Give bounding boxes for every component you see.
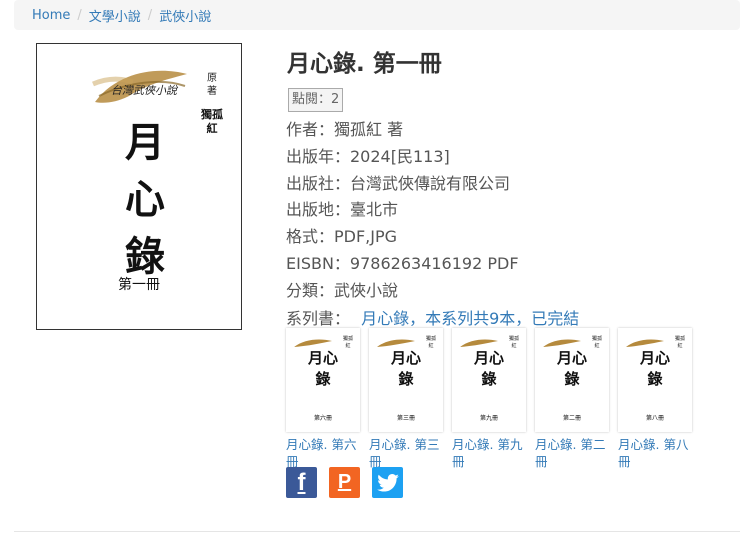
thumb-volume: 第三冊 (396, 415, 415, 422)
facebook-icon[interactable]: f (286, 467, 317, 498)
series-thumbnail[interactable]: 獨孤紅 月心錄 第九冊 (452, 328, 526, 432)
series-caption-link[interactable]: 月心錄. 第三冊 (369, 436, 443, 470)
series-thumbnail[interactable]: 獨孤紅 月心錄 第三冊 (369, 328, 443, 432)
format-field: 格式：PDF,JPG (286, 227, 398, 246)
cover-volume: 第一冊 (118, 277, 160, 293)
cover-author-label: 原 著 (207, 73, 217, 97)
breadcrumb-home[interactable]: Home (32, 8, 70, 23)
publisher-field: 出版社：台灣武俠傳說有限公司 (286, 174, 511, 193)
brush-logo-icon (460, 339, 498, 347)
book-cover: 台灣武俠小說 原 著 獨孤紅 月心錄 第一冊 (36, 43, 242, 330)
thumb-volume: 第九冊 (479, 415, 498, 422)
breadcrumb-category[interactable]: 文學小說 (89, 6, 141, 25)
cover-author-name: 獨孤紅 (201, 108, 223, 135)
thumb-volume: 第八冊 (645, 415, 664, 422)
series-thumbnail[interactable]: 獨孤紅 月心錄 第二冊 (535, 328, 609, 432)
category-field: 分類：武俠小說 (286, 281, 399, 300)
series-item[interactable]: 獨孤紅 月心錄 第二冊 月心錄. 第二冊 (535, 328, 609, 470)
breadcrumb-subcategory[interactable]: 武俠小說 (159, 6, 211, 25)
series-link[interactable]: 月心錄，本系列共9本，已完結 (361, 309, 579, 328)
brush-logo-icon (626, 339, 664, 347)
series-caption-link[interactable]: 月心錄. 第九冊 (452, 436, 526, 470)
divider (14, 531, 740, 532)
breadcrumb-separator: / (147, 7, 153, 23)
author-field: 作者：獨孤紅 著 (286, 120, 404, 139)
thumb-title: 月心錄 (556, 349, 587, 388)
brush-logo-icon (377, 339, 415, 347)
eisbn-field: EISBN：9786263416192 PDF (286, 254, 519, 273)
brush-logo-icon (294, 339, 332, 347)
thumb-author: 獨孤紅 (426, 336, 437, 349)
series-label: 系列書： (286, 309, 351, 328)
thumb-author: 獨孤紅 (509, 336, 520, 349)
series-item[interactable]: 獨孤紅 月心錄 第八冊 月心錄. 第八冊 (618, 328, 692, 470)
twitter-bird-glyph (376, 473, 399, 492)
thumb-title: 月心錄 (390, 349, 421, 388)
series-thumbnail[interactable]: 獨孤紅 月心錄 第六冊 (286, 328, 360, 432)
share-bar: f P (286, 467, 415, 498)
cover-title: 月心錄 (125, 119, 165, 280)
series-thumbnail[interactable]: 獨孤紅 月心錄 第八冊 (618, 328, 692, 432)
thumb-author: 獨孤紅 (592, 336, 603, 349)
series-field: 系列書： 月心錄，本系列共9本，已完結 (286, 305, 579, 329)
thumb-author: 獨孤紅 (343, 336, 354, 349)
series-caption-link[interactable]: 月心錄. 第八冊 (618, 436, 692, 470)
series-item[interactable]: 獨孤紅 月心錄 第六冊 月心錄. 第六冊 (286, 328, 360, 470)
breadcrumb-separator: / (77, 7, 82, 23)
place-field: 出版地：臺北市 (286, 200, 399, 219)
twitter-icon[interactable] (372, 467, 403, 498)
thumb-author: 獨孤紅 (675, 336, 686, 349)
series-item[interactable]: 獨孤紅 月心錄 第九冊 月心錄. 第九冊 (452, 328, 526, 470)
thumb-title: 月心錄 (639, 349, 670, 388)
thumb-volume: 第二冊 (562, 415, 581, 422)
breadcrumb: Home / 文學小說 / 武俠小說 (14, 0, 740, 30)
thumb-title: 月心錄 (307, 349, 338, 388)
thumb-title: 月心錄 (473, 349, 504, 388)
plurk-icon[interactable]: P (329, 467, 360, 498)
thumb-volume: 第六冊 (313, 415, 332, 422)
year-field: 出版年：2024[民113] (286, 147, 450, 166)
series-item[interactable]: 獨孤紅 月心錄 第三冊 月心錄. 第三冊 (369, 328, 443, 470)
series-caption-link[interactable]: 月心錄. 第六冊 (286, 436, 360, 470)
page-title: 月心錄. 第一冊 (287, 51, 442, 77)
hits-badge: 點閱：2 (288, 88, 344, 112)
brush-logo-icon (543, 339, 581, 347)
cover-logo-text: 台灣武俠小說 (111, 84, 177, 97)
series-caption-link[interactable]: 月心錄. 第二冊 (535, 436, 609, 470)
series-grid: 獨孤紅 月心錄 第六冊 月心錄. 第六冊 獨孤紅 月心錄 第三冊 月心錄. 第三… (286, 328, 701, 470)
